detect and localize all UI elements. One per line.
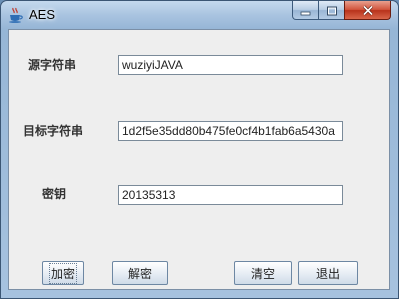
encrypt-button-label: 加密 [48,262,78,284]
source-string-field[interactable]: wuziyiJAVA [118,55,343,75]
minimize-icon [300,1,311,20]
application-window: AES 源字符串 wuziyiJAVA 目标字符串 1d2f5e35dd80b4… [0,0,399,299]
exit-button[interactable]: 退出 [298,261,358,285]
source-string-label: 源字符串 [28,58,77,72]
minimize-button[interactable] [292,1,319,20]
decrypt-button[interactable]: 解密 [112,261,168,285]
clear-button[interactable]: 清空 [234,261,292,285]
maximize-button[interactable] [318,1,345,20]
encrypt-button[interactable]: 加密 [42,261,84,285]
close-button[interactable] [344,1,391,20]
title-bar[interactable]: AES [1,1,398,29]
maximize-icon [326,1,338,20]
exit-button-label: 退出 [315,266,340,281]
clear-button-label: 清空 [250,266,275,281]
key-label: 密钥 [42,187,67,201]
content-panel: 源字符串 wuziyiJAVA 目标字符串 1d2f5e35dd80b475fe… [8,29,390,290]
key-field[interactable]: 20135313 [118,185,343,205]
target-string-field[interactable]: 1d2f5e35dd80b475fe0cf4b1fab6a5430a [118,121,343,141]
decrypt-button-label: 解密 [127,266,152,281]
window-title: AES [29,7,56,22]
target-string-label: 目标字符串 [23,124,84,138]
java-coffee-cup-icon [8,7,24,23]
close-icon [362,1,374,20]
